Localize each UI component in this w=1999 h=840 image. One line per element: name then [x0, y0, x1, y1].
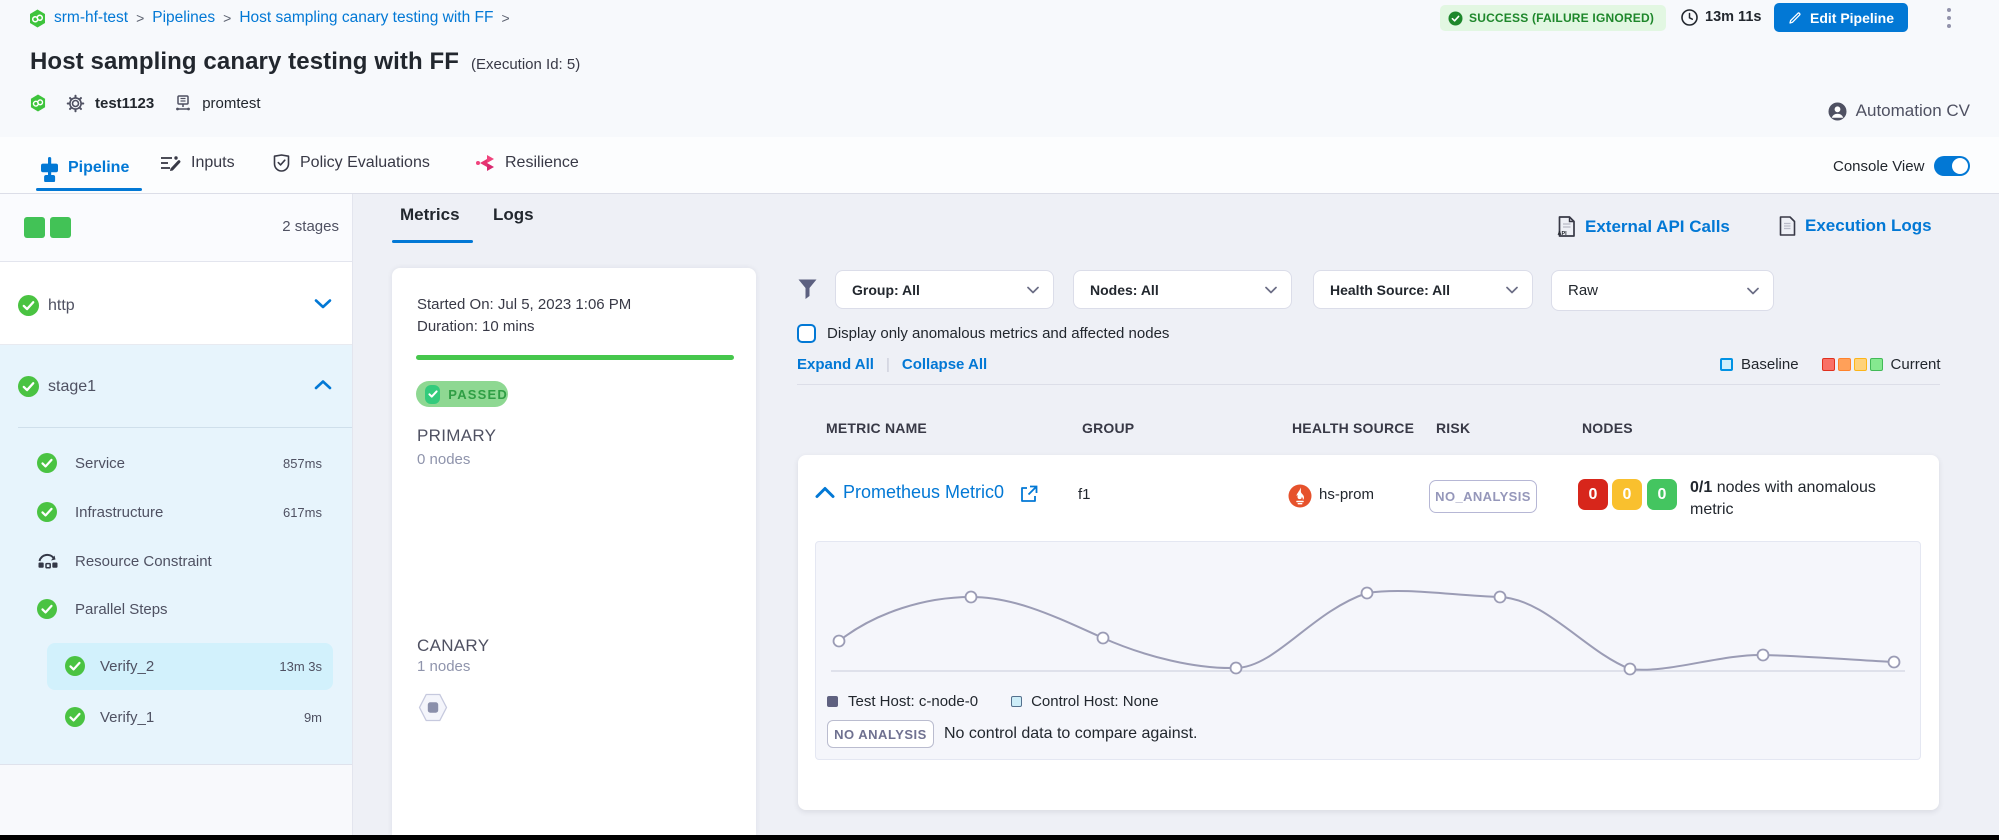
- svg-text:API: API: [1558, 231, 1568, 237]
